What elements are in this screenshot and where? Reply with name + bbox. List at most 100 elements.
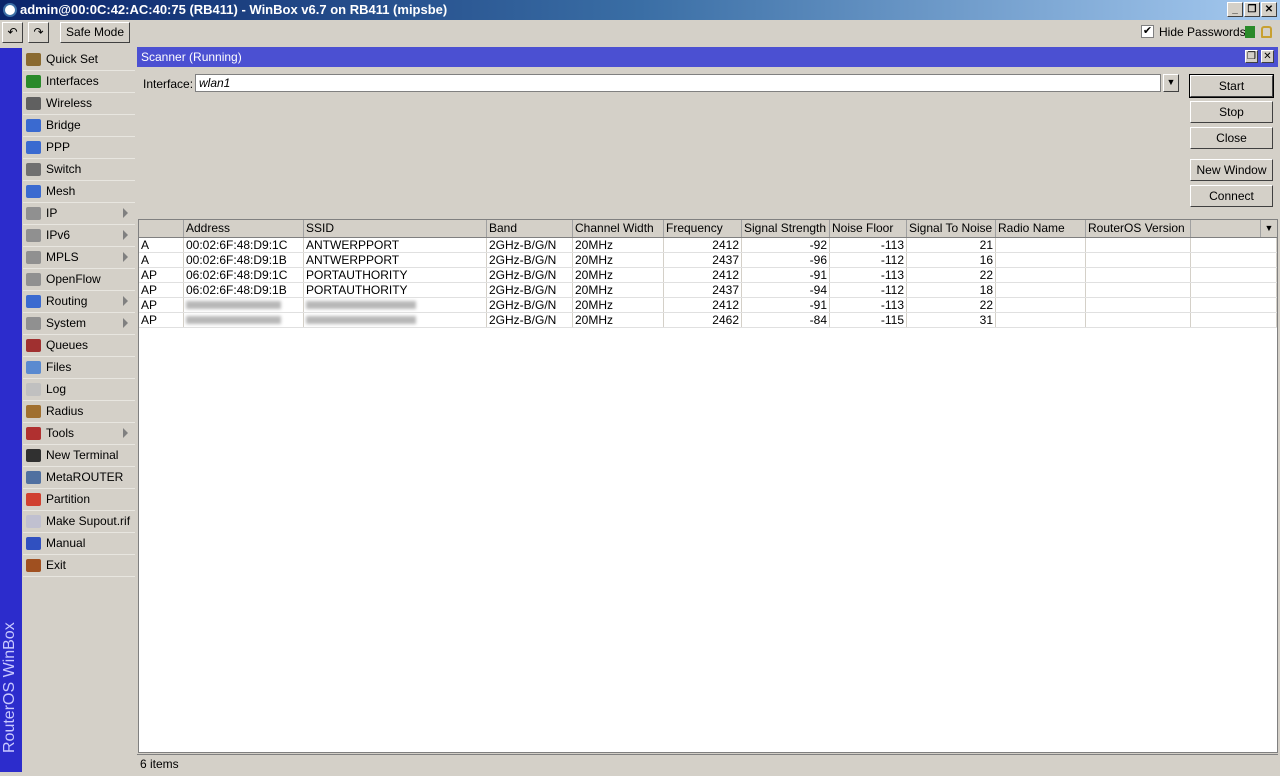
table-cell: AP: [139, 283, 184, 297]
column-header[interactable]: [139, 220, 184, 237]
sidebar-item-label: Mesh: [46, 184, 76, 198]
column-header[interactable]: Signal Strength: [742, 220, 830, 237]
new-window-button[interactable]: New Window: [1190, 159, 1273, 181]
sidebar-item-ip[interactable]: IP: [23, 203, 135, 225]
sidebar-item-ipv6[interactable]: IPv6: [23, 225, 135, 247]
table-cell: 00:02:6F:48:D9:1B: [184, 253, 304, 267]
sidebar-item-switch[interactable]: Switch: [23, 159, 135, 181]
minimize-button[interactable]: _: [1227, 2, 1243, 17]
hide-passwords-checkbox[interactable]: ✔: [1141, 25, 1154, 38]
sidebar-item-metarouter[interactable]: MetaROUTER: [23, 467, 135, 489]
restore-button[interactable]: ❐: [1244, 2, 1260, 17]
table-row[interactable]: AP 06:02:6F:48:D9:1B PORTAUTHORITY 2GHz-B/G…: [139, 283, 1277, 298]
stop-button[interactable]: Stop: [1190, 101, 1273, 123]
table-row[interactable]: AP 06:02:6F:48:D9:1C PORTAUTHORITY 2GHz-B/G…: [139, 268, 1277, 283]
undo-button[interactable]: ↶: [2, 22, 23, 43]
scanner-close-button[interactable]: ✕: [1261, 50, 1274, 63]
sidebar-item-ppp[interactable]: PPP: [23, 137, 135, 159]
sidebar-item-interfaces[interactable]: Interfaces: [23, 71, 135, 93]
sidebar-item-files[interactable]: Files: [23, 357, 135, 379]
close-button[interactable]: ✕: [1261, 2, 1277, 17]
sidebar-item-mpls[interactable]: MPLS: [23, 247, 135, 269]
column-header[interactable]: Signal To Noise: [907, 220, 996, 237]
sidebar-item-log[interactable]: Log: [23, 379, 135, 401]
table-cell: -113: [830, 298, 907, 312]
sidebar-item-system[interactable]: System: [23, 313, 135, 335]
table-cell-filler: [1191, 238, 1277, 252]
submenu-arrow-icon: [123, 318, 128, 328]
column-header[interactable]: Radio Name: [996, 220, 1086, 237]
sidebar-item-label: Queues: [46, 338, 89, 352]
start-button[interactable]: Start: [1189, 74, 1274, 98]
table-row[interactable]: AP 2GHz-B/G/N 20MHz 2462 -84 -115 31: [139, 313, 1277, 328]
sidebar-item-quick-set[interactable]: Quick Set: [23, 49, 135, 71]
table-cell: [1086, 268, 1191, 282]
table-cell: -112: [830, 283, 907, 297]
sidebar-item-label: Manual: [46, 536, 86, 550]
sidebar-item-partition[interactable]: Partition: [23, 489, 135, 511]
lock-icon: [1261, 26, 1272, 38]
table-cell: 2GHz-B/G/N: [487, 238, 573, 252]
sidebar-item-new-terminal[interactable]: New Terminal: [23, 445, 135, 467]
queues-icon: [26, 339, 41, 352]
safe-mode-button[interactable]: Safe Mode: [60, 22, 130, 43]
column-header[interactable]: Channel Width: [573, 220, 664, 237]
sidebar-brand: RouterOS WinBox: [1, 622, 18, 753]
table-header: Address SSID Band Channel Width Frequency Sig…: [139, 220, 1277, 238]
table-cell: 2GHz-B/G/N: [487, 283, 573, 297]
table-cell: -115: [830, 313, 907, 327]
table-row[interactable]: A 00:02:6F:48:D9:1C ANTWERPPORT 2GHz-B/G/N 2…: [139, 238, 1277, 253]
table-cell: -112: [830, 253, 907, 267]
table-cell: AP: [139, 313, 184, 327]
ppp-icon: [26, 141, 41, 154]
sidebar-item-exit[interactable]: Exit: [23, 555, 135, 577]
sidebar-item-label: Switch: [46, 162, 82, 176]
sidebar-item-label: Partition: [46, 492, 91, 506]
submenu-arrow-icon: [123, 252, 128, 262]
sidebar-item-mesh[interactable]: Mesh: [23, 181, 135, 203]
sidebar-item-radius[interactable]: Radius: [23, 401, 135, 423]
redo-button[interactable]: ↷: [28, 22, 49, 43]
table-cell: 20MHz: [573, 238, 664, 252]
sidebar-item-manual[interactable]: Manual: [23, 533, 135, 555]
table-row[interactable]: AP 2GHz-B/G/N 20MHz 2412 -91 -113 22: [139, 298, 1277, 313]
column-header[interactable]: Address: [184, 220, 304, 237]
partition-icon: [26, 493, 41, 506]
sidebar-item-tools[interactable]: Tools: [23, 423, 135, 445]
sidebar-item-openflow[interactable]: OpenFlow: [23, 269, 135, 291]
table-cell: [184, 313, 304, 327]
column-header[interactable]: Frequency: [664, 220, 742, 237]
routing-icon: [26, 295, 41, 308]
table-row[interactable]: A 00:02:6F:48:D9:1B ANTWERPPORT 2GHz-B/G/N 2…: [139, 253, 1277, 268]
table-cell: [996, 313, 1086, 327]
column-menu-button[interactable]: ▼: [1261, 220, 1277, 237]
column-header[interactable]: Band: [487, 220, 573, 237]
table-cell: 20MHz: [573, 283, 664, 297]
scanner-restore-button[interactable]: ❐: [1245, 50, 1258, 63]
table-cell: -94: [742, 283, 830, 297]
column-header[interactable]: Noise Floor: [830, 220, 907, 237]
sidebar-item-make-supout-rif[interactable]: Make Supout.rif: [23, 511, 135, 533]
sidebar-item-bridge[interactable]: Bridge: [23, 115, 135, 137]
interface-select[interactable]: wlan1: [195, 74, 1161, 92]
scanner-title-bar: Scanner (Running) ❐ ✕: [137, 47, 1278, 67]
sidebar-item-label: Files: [46, 360, 72, 374]
sidebar-item-wireless[interactable]: Wireless: [23, 93, 135, 115]
close-window-button[interactable]: Close: [1190, 127, 1273, 149]
quick-set-icon: [26, 53, 41, 66]
sidebar-item-label: System: [46, 316, 87, 330]
column-header-filler: [1191, 220, 1261, 237]
sidebar-item-queues[interactable]: Queues: [23, 335, 135, 357]
sidebar-item-label: Routing: [46, 294, 88, 308]
column-header[interactable]: RouterOS Version: [1086, 220, 1191, 237]
table-cell: 2412: [664, 268, 742, 282]
table-cell: [1086, 238, 1191, 252]
table-cell: 21: [907, 238, 996, 252]
sidebar-item-routing[interactable]: Routing: [23, 291, 135, 313]
column-header[interactable]: SSID: [304, 220, 487, 237]
interface-dropdown-button[interactable]: ▼: [1163, 74, 1179, 92]
connect-button[interactable]: Connect: [1190, 185, 1273, 207]
table-cell: PORTAUTHORITY: [304, 268, 487, 282]
table-cell: [1086, 253, 1191, 267]
status-bar: 6 items: [137, 754, 1278, 773]
